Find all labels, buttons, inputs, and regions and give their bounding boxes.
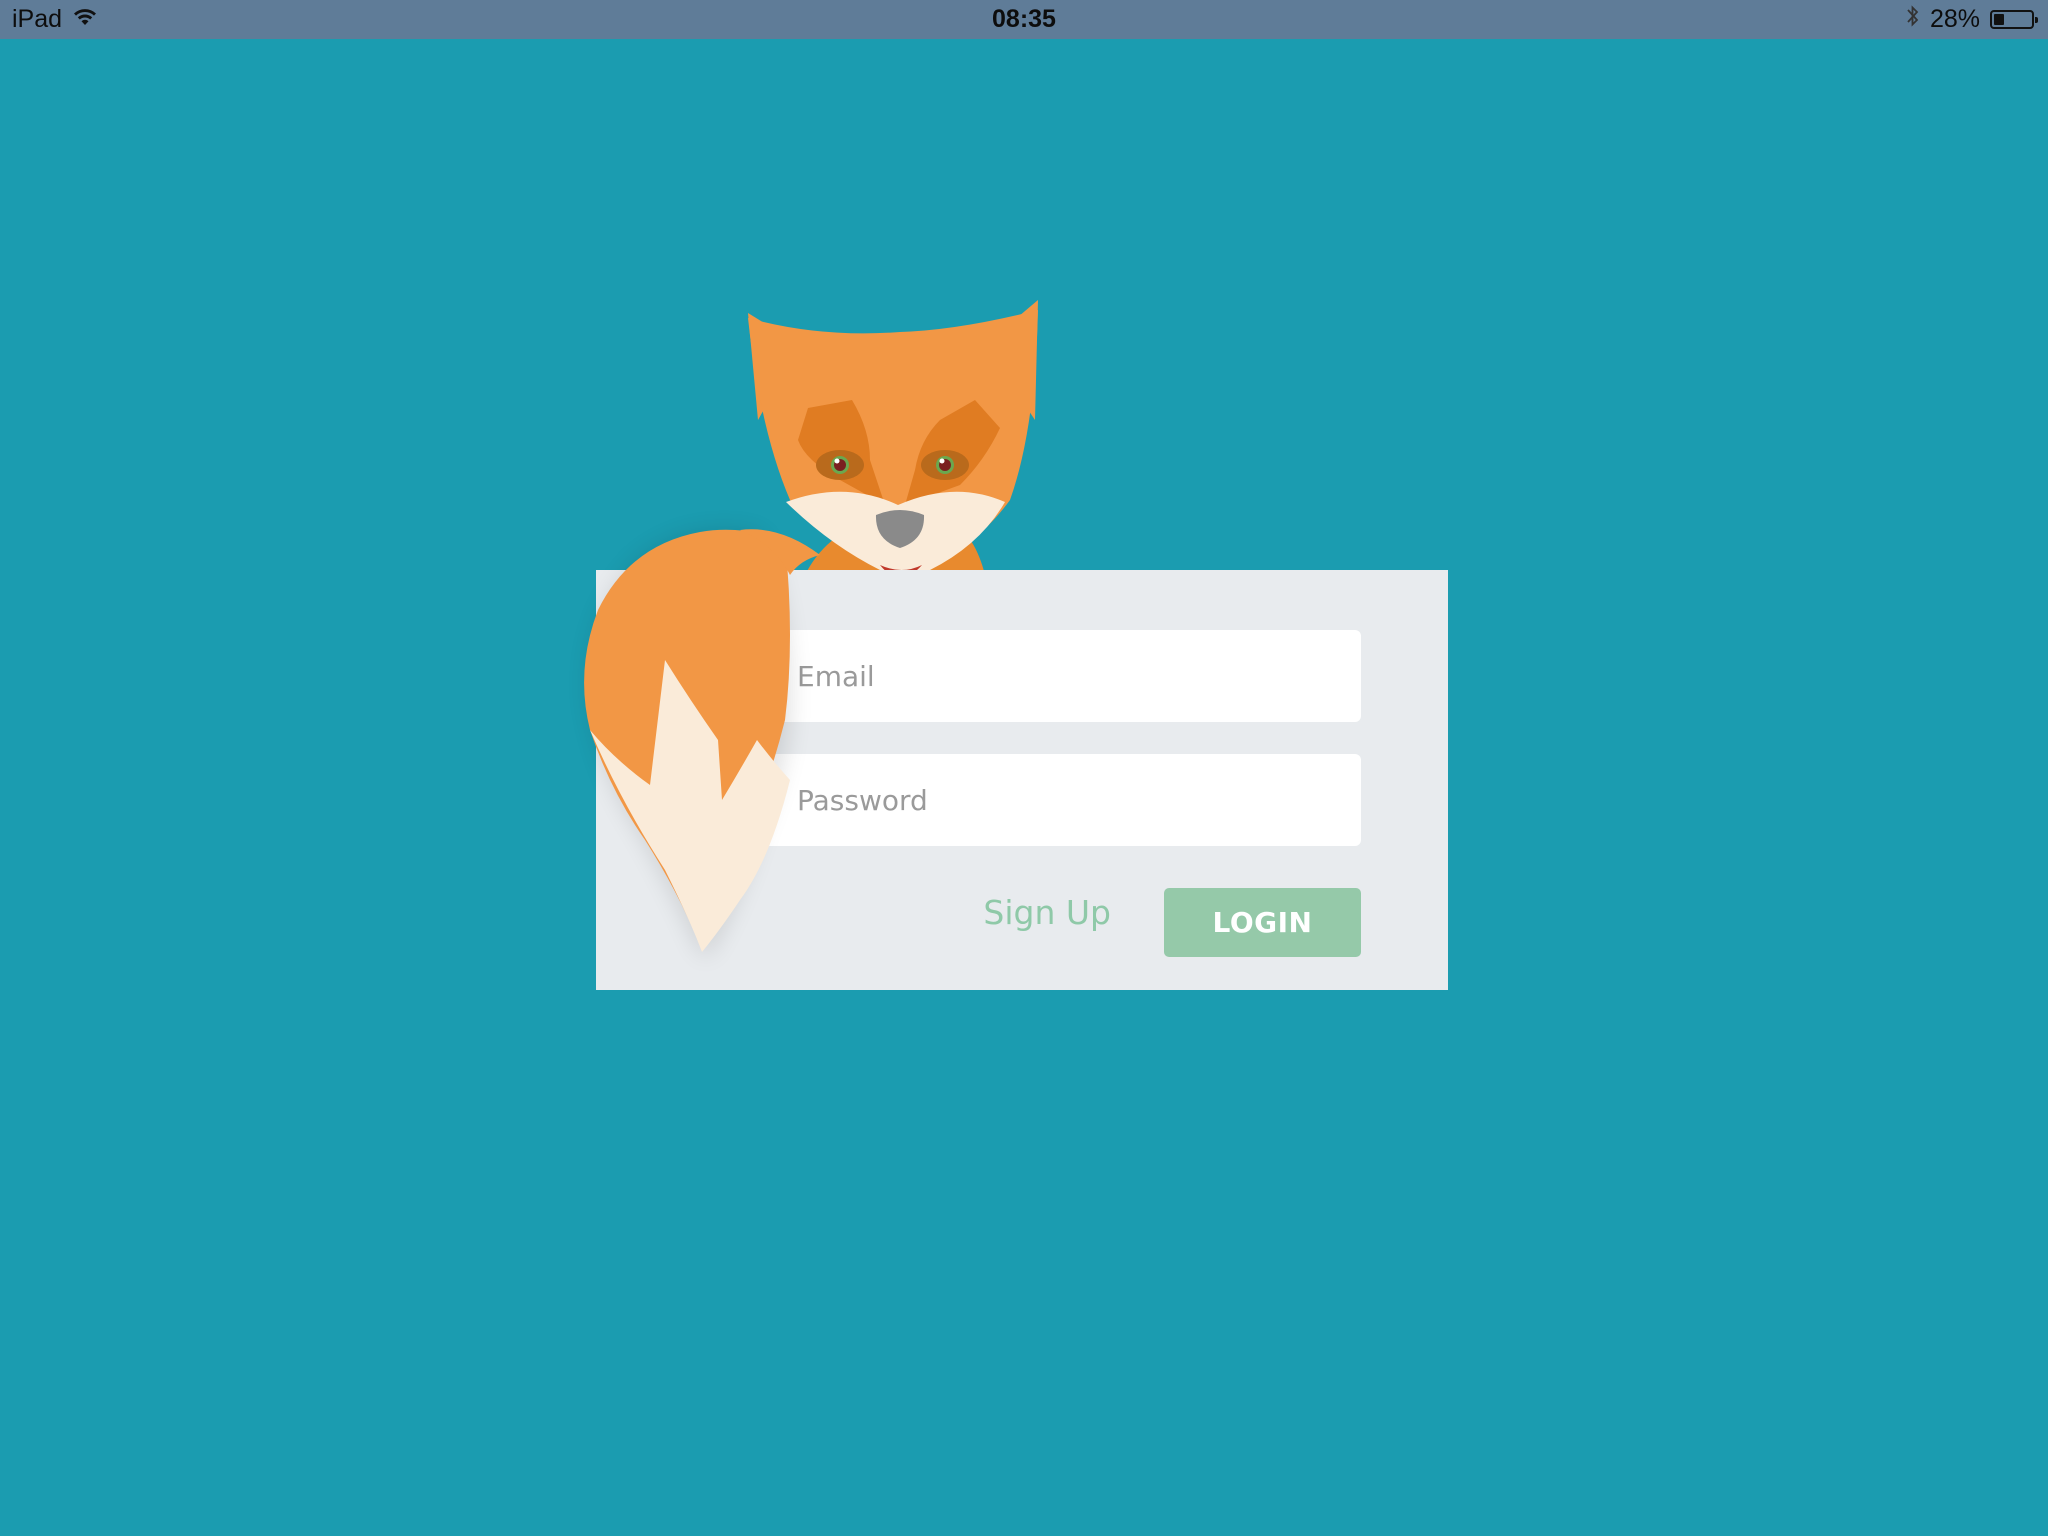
status-bar: iPad 08:35 28% [0,0,2048,39]
battery-percent: 28% [1929,5,1980,33]
password-field[interactable] [761,754,1361,846]
fox-marking-left [798,400,885,505]
battery-fill [1994,14,2004,25]
sign-up-link[interactable]: Sign Up [981,888,1111,938]
fox-nose [875,510,925,548]
fox-eye-right [921,450,969,480]
fox-shoulders [805,520,985,575]
fox-marking-right [905,400,1000,505]
fox-ear-right-inner [994,318,1030,360]
login-card: Sign Up LOGIN [596,570,1448,990]
status-time: 08:35 [992,5,1056,33]
fox-ear-left [748,313,800,420]
login-button[interactable]: LOGIN [1164,888,1361,957]
fox-head [748,310,1038,575]
battery-icon [1990,10,2038,29]
email-field[interactable] [761,630,1361,722]
fox-eye-left [816,450,864,480]
fox-muzzle [786,491,1005,575]
fox-ear-left-inner [756,330,792,370]
bluetooth-icon [1906,4,1920,35]
status-right: 28% [1906,0,2038,39]
fox-ear-right [985,300,1038,420]
fox-tail-top [740,529,820,575]
